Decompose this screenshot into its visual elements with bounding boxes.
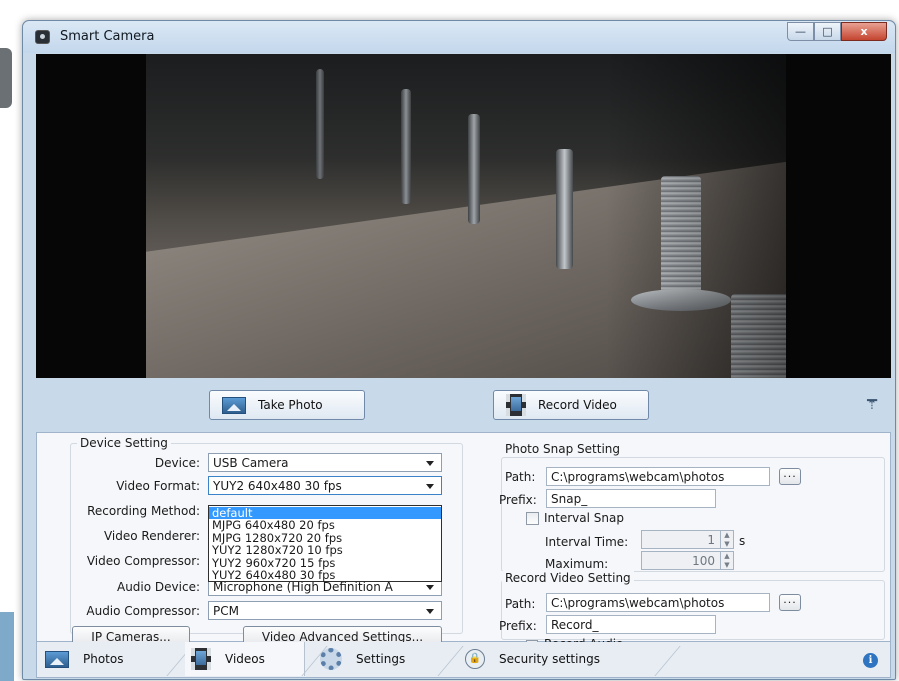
tab-photos[interactable]: Photos	[45, 642, 170, 676]
preview-shadow	[606, 54, 786, 378]
title-bar[interactable]: Smart Camera — □ x	[23, 21, 895, 53]
device-label: Device:	[154, 456, 200, 470]
tab-settings[interactable]: Settings	[320, 642, 440, 676]
photo-prefix-label: Prefix:	[499, 493, 537, 507]
interval-time-input[interactable]: 1	[641, 530, 721, 549]
video-format-select[interactable]: YUY2 640x480 30 fps	[208, 476, 442, 495]
photo-snap-title: Photo Snap Setting	[502, 442, 624, 456]
device-select-value: USB Camera	[213, 456, 289, 470]
interval-snap-label: Interval Snap	[544, 511, 624, 525]
tab-divider	[437, 646, 464, 676]
maximize-button[interactable]: □	[814, 22, 841, 41]
video-prefix-label: Prefix:	[499, 619, 537, 633]
camera-app-icon	[35, 30, 50, 44]
interval-time-unit: s	[739, 534, 746, 548]
live-video-frame	[146, 54, 786, 378]
info-icon[interactable]: i	[863, 653, 878, 668]
film-icon	[506, 394, 526, 416]
maximum-input[interactable]: 100	[641, 551, 721, 570]
capture-controls: Take Photo Record Video ▁ ⇡	[23, 378, 895, 432]
smart-camera-window: Smart Camera — □ x Take Photo Record Vid…	[22, 20, 896, 680]
interval-time-spinner[interactable]: ▲ ▼	[720, 530, 734, 549]
device-select[interactable]: USB Camera	[208, 453, 442, 472]
tab-videos[interactable]: Videos	[185, 642, 305, 676]
tab-divider	[654, 646, 681, 676]
take-photo-button[interactable]: Take Photo	[209, 390, 365, 420]
window-controls: — □ x	[787, 22, 887, 41]
audio-device-label: Audio Device:	[116, 580, 200, 594]
camera-preview	[36, 54, 891, 378]
video-format-label: Video Format:	[116, 479, 200, 493]
photo-path-input[interactable]: C:\programs\webcam\photos	[546, 467, 770, 486]
audio-compressor-select[interactable]: PCM	[208, 601, 442, 620]
photo-icon	[45, 650, 69, 668]
video-format-select-value: YUY2 640x480 30 fps	[213, 479, 342, 493]
audio-device-select-value: Microphone (High Definition A	[213, 580, 393, 594]
interval-time-label: Interval Time:	[545, 535, 629, 549]
chevron-down-icon	[426, 585, 434, 590]
gear-icon	[320, 648, 342, 670]
tab-photos-label: Photos	[83, 652, 124, 666]
recording-method-label: Recording Method:	[87, 504, 200, 518]
interval-snap-checkbox[interactable]	[526, 512, 539, 525]
preview-bolt	[556, 149, 573, 269]
minimize-button[interactable]: —	[787, 22, 814, 41]
background-edge	[0, 48, 12, 108]
video-renderer-label: Video Renderer:	[103, 529, 200, 543]
chevron-down-icon	[426, 609, 434, 614]
preview-bolt	[316, 69, 324, 179]
video-format-option[interactable]: MJPG 640x480 20 fps	[209, 519, 441, 532]
preview-bolt	[401, 89, 411, 204]
maximum-spinner[interactable]: ▲ ▼	[720, 551, 734, 570]
photo-path-label: Path:	[505, 470, 536, 484]
collapse-icon[interactable]: ▁ ⇡	[861, 388, 883, 412]
video-path-label: Path:	[505, 597, 536, 611]
video-path-browse-button[interactable]: ...	[779, 594, 801, 611]
video-format-option[interactable]: YUY2 640x480 30 fps	[209, 569, 441, 582]
window-title: Smart Camera	[60, 29, 155, 44]
record-video-title: Record Video Setting	[502, 571, 634, 585]
close-button[interactable]: x	[841, 22, 887, 41]
audio-compressor-label: Audio Compressor:	[86, 604, 200, 618]
video-format-dropdown: default MJPG 640x480 20 fps MJPG 1280x72…	[208, 505, 442, 582]
record-video-button[interactable]: Record Video	[493, 390, 649, 420]
take-photo-label: Take Photo	[258, 398, 323, 412]
tab-security-settings[interactable]: 🔒 Security settings	[465, 642, 635, 676]
settings-panel: Device Setting Device: USB Camera Video …	[36, 432, 891, 652]
tab-settings-label: Settings	[356, 652, 406, 666]
tab-security-settings-label: Security settings	[499, 652, 600, 666]
video-compressor-label: Video Compressor:	[86, 554, 200, 568]
photo-path-browse-button[interactable]: ...	[779, 468, 801, 485]
bottom-tab-bar: Photos Videos Settings 🔒 Security settin…	[36, 642, 891, 678]
maximum-label: Maximum:	[545, 557, 609, 571]
tab-videos-label: Videos	[225, 652, 265, 666]
film-icon	[191, 648, 211, 670]
lock-icon: 🔒	[465, 649, 485, 669]
record-video-label: Record Video	[538, 398, 617, 412]
audio-compressor-select-value: PCM	[213, 604, 239, 618]
video-prefix-input[interactable]: Record_	[546, 615, 716, 634]
video-format-option[interactable]: YUY2 1280x720 10 fps	[209, 544, 441, 557]
chevron-down-icon	[426, 484, 434, 489]
preview-bolt	[468, 114, 480, 224]
chevron-down-icon	[426, 461, 434, 466]
video-path-input[interactable]: C:\programs\webcam\photos	[546, 593, 770, 612]
photo-prefix-input[interactable]: Snap_	[546, 489, 716, 508]
background-edge-blue	[0, 612, 14, 681]
photo-icon	[222, 396, 246, 414]
device-setting-title: Device Setting	[77, 436, 171, 450]
